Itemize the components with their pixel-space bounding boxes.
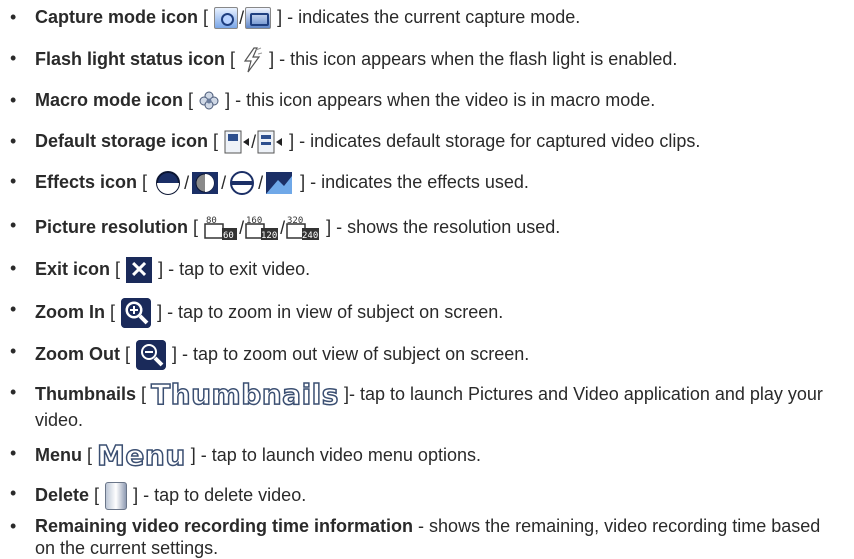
- slash: /: [258, 173, 264, 193]
- bullet: •: [10, 483, 17, 503]
- open-bracket: [: [110, 301, 116, 322]
- effect-negative-icon: [230, 171, 255, 195]
- slash: /: [221, 173, 227, 193]
- item-description: ] - tap to zoom in view of subject on sc…: [157, 301, 504, 322]
- resolution-160x120-icon: 160 120: [245, 216, 279, 241]
- bullet: •: [10, 258, 17, 278]
- zoom-in-icon: [121, 298, 152, 328]
- open-bracket: [: [213, 131, 219, 151]
- item-title: Thumbnails: [35, 383, 137, 404]
- item-title: Default storage icon: [35, 131, 209, 151]
- storage-card-icon: [257, 130, 283, 154]
- bullet: •: [10, 7, 17, 27]
- bullet: •: [10, 516, 17, 536]
- storage-main-icon: [224, 130, 250, 154]
- res-top: 160: [246, 216, 262, 226]
- res-bottom: 60: [223, 231, 234, 241]
- open-bracket: [: [142, 171, 148, 192]
- item-title: Picture resolution: [35, 216, 189, 237]
- item-description: ] - shows the resolution used.: [326, 216, 561, 237]
- bullet: •: [10, 299, 17, 319]
- open-bracket: [: [188, 90, 194, 110]
- macro-flower-icon: [199, 91, 219, 110]
- item-title: Zoom Out: [35, 343, 120, 364]
- effect-sepia-icon: [266, 172, 293, 194]
- bullet: •: [10, 443, 17, 463]
- open-bracket: [: [230, 48, 236, 69]
- effect-normal-icon: [156, 171, 181, 195]
- item-description: ] - indicates default storage for captur…: [289, 131, 701, 151]
- exit-icon: ✕: [126, 257, 153, 283]
- bullet: •: [10, 215, 17, 235]
- bullet: •: [10, 382, 17, 402]
- res-top: 320: [287, 216, 303, 226]
- item-title: Zoom In: [35, 301, 105, 322]
- item-title: Flash light status icon: [35, 48, 226, 69]
- item-description: ] - indicates the current capture mode.: [277, 7, 581, 27]
- slash: /: [239, 218, 245, 238]
- bullet: •: [10, 131, 17, 151]
- open-bracket: [: [115, 258, 121, 279]
- item-description: ] - this icon appears when the video is …: [225, 90, 656, 110]
- video-camera-icon: [245, 7, 272, 30]
- item-title: Remaining video recording time informati…: [35, 516, 414, 536]
- bullet: •: [10, 48, 17, 68]
- flash-icon: [243, 47, 263, 73]
- menu-icon: Menu: [96, 439, 186, 472]
- item-description: ] - tap to exit video.: [158, 258, 311, 279]
- open-bracket: [: [87, 444, 93, 465]
- item-description: ] - tap to zoom out view of subject on s…: [172, 343, 530, 364]
- item-title: Macro mode icon: [35, 90, 184, 110]
- slash: /: [184, 173, 190, 193]
- item-title: Effects icon: [35, 171, 138, 192]
- item-title: Delete: [35, 484, 90, 505]
- slash: /: [239, 8, 245, 29]
- open-bracket: [: [203, 7, 209, 27]
- bullet: •: [10, 341, 17, 361]
- res-bottom: 240: [302, 231, 318, 241]
- open-bracket: [: [193, 216, 199, 237]
- open-bracket: [: [94, 484, 100, 505]
- slash: /: [280, 218, 286, 238]
- item-description: ] - tap to launch video menu options.: [190, 444, 481, 465]
- item-description: ] - indicates the effects used.: [300, 171, 529, 192]
- resolution-80x60-icon: 80 60: [204, 216, 238, 241]
- res-top: 80: [206, 216, 217, 226]
- bullet: •: [10, 171, 17, 191]
- trash-can-icon: [105, 482, 128, 510]
- thumbnails-icon: Thumbnails: [150, 378, 339, 411]
- item-title: Menu: [35, 444, 82, 465]
- slash: /: [251, 132, 257, 153]
- bullet: •: [10, 90, 17, 110]
- open-bracket: [: [141, 383, 147, 404]
- item-title: Exit icon: [35, 258, 111, 279]
- zoom-out-icon: [136, 340, 167, 370]
- res-bottom: 120: [261, 231, 277, 241]
- effect-bw-icon: [192, 172, 219, 194]
- resolution-320x240-icon: 320 240: [286, 216, 320, 241]
- item-description: ] - this icon appears when the flash lig…: [269, 48, 678, 69]
- open-bracket: [: [125, 343, 131, 364]
- item-title: Capture mode icon: [35, 7, 199, 27]
- item-description: ] - tap to delete video.: [133, 484, 307, 505]
- camera-icon: [214, 7, 239, 30]
